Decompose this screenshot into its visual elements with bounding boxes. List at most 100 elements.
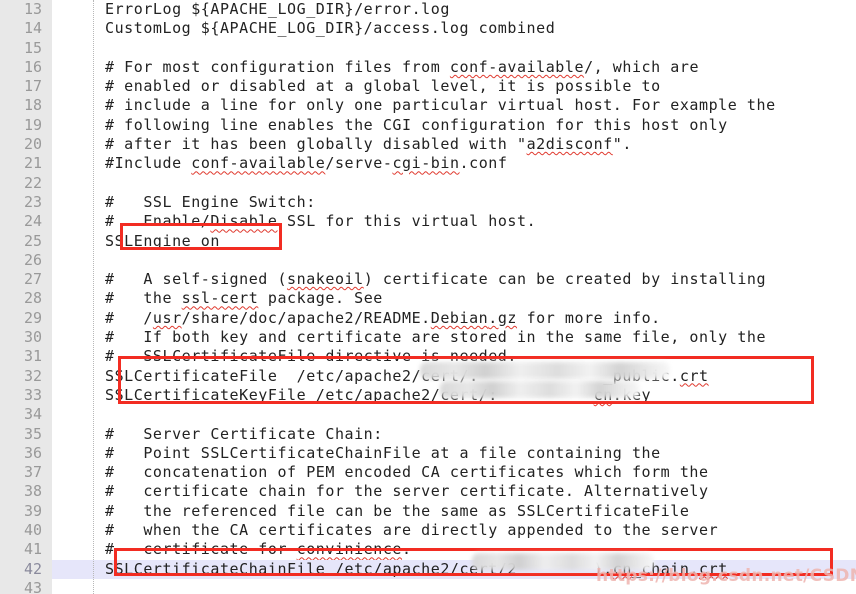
code-line-row[interactable]: 36 # Point SSLCertificateChainFile at a f… — [0, 444, 856, 463]
code-line-row[interactable]: 33 SSLCertificateKeyFile /etc/apache2/cer… — [0, 386, 856, 405]
line-number: 43 — [23, 578, 42, 594]
code-line-text[interactable]: # /usr/share/doc/apache2/README.Debian.g… — [105, 309, 661, 328]
spellcheck-underline: ssl-cert — [181, 289, 259, 308]
spellcheck-underline: a2disconf — [526, 135, 613, 154]
code-line-row[interactable]: 13 ErrorLog ${APACHE_LOG_DIR}/error.log — [0, 0, 856, 19]
spellcheck-underline: crt — [679, 366, 709, 385]
spellcheck-underline: conf-available — [449, 57, 585, 76]
code-line-row[interactable]: 42 SSLCertificateChainFile /etc/apache2/c… — [0, 559, 856, 579]
code-line-row[interactable]: 18 # include a line for only one particul… — [0, 96, 856, 115]
line-number: 33 — [23, 385, 42, 404]
code-line-row[interactable]: 41 # certificate for convinience. — [0, 540, 856, 559]
code-line-text[interactable]: ErrorLog ${APACHE_LOG_DIR}/error.log — [105, 0, 450, 19]
line-number: 35 — [23, 424, 42, 443]
line-number: 41 — [23, 540, 42, 559]
code-line-row[interactable]: 23 # SSL Engine Switch: — [0, 193, 856, 212]
line-number: 13 — [23, 0, 42, 18]
line-number: 32 — [23, 366, 42, 385]
line-number: 40 — [23, 521, 42, 540]
code-line-row[interactable]: 17 # enabled or disabled at a global leve… — [0, 77, 856, 96]
code-line-row[interactable]: 16 # For most configuration files from co… — [0, 58, 856, 77]
code-line-text[interactable]: # the ssl-cert package. See — [105, 289, 383, 308]
code-line-text[interactable]: SSLEngine on — [105, 232, 220, 251]
code-line-row[interactable]: 43 — [0, 579, 856, 594]
spellcheck-underline: cgi-bin — [392, 154, 460, 173]
redaction-certificate-chain-file — [472, 553, 654, 570]
code-line-text[interactable]: # For most configuration files from conf… — [105, 58, 699, 77]
line-number: 22 — [23, 173, 42, 192]
code-editor[interactable]: 13 ErrorLog ${APACHE_LOG_DIR}/error.log 14… — [0, 0, 856, 594]
code-line-text[interactable]: # the referenced file can be the same as… — [105, 502, 689, 521]
line-number: 28 — [23, 289, 42, 308]
code-line-text[interactable]: # enabled or disabled at a global level,… — [105, 77, 661, 96]
code-line-row[interactable]: 28 # the ssl-cert package. See — [0, 289, 856, 308]
line-number: 24 — [23, 212, 42, 231]
line-number: 30 — [23, 328, 42, 347]
line-number: 23 — [23, 192, 42, 211]
code-line-text[interactable]: CustomLog ${APACHE_LOG_DIR}/access.log c… — [105, 19, 555, 38]
line-number: 31 — [23, 347, 42, 366]
code-line-row[interactable]: 20 # after it has been globally disabled … — [0, 135, 856, 154]
code-line-text[interactable]: # Enable/Disable SSL for this virtual ho… — [105, 212, 536, 231]
code-line-row[interactable]: 27 # A self-signed (snakeoil) certificate… — [0, 270, 856, 289]
code-line-text[interactable]: # concatenation of PEM encoded CA certif… — [105, 463, 709, 482]
spellcheck-underline: snakeoil — [287, 270, 364, 289]
spellcheck-underline: Debian — [430, 308, 489, 327]
code-line-row[interactable]: 15 — [0, 39, 856, 58]
code-line-text[interactable]: # Point SSLCertificateChainFile at a fil… — [105, 444, 661, 463]
line-number: 25 — [23, 231, 42, 250]
line-number: 27 — [23, 270, 42, 289]
code-line-text[interactable]: # following line enables the CGI configu… — [105, 116, 728, 135]
line-number: 17 — [23, 77, 42, 96]
line-number: 21 — [23, 154, 42, 173]
line-number: 14 — [23, 19, 42, 38]
code-line-text[interactable]: # If both key and certificate are stored… — [105, 328, 766, 347]
code-line-text[interactable]: # when the CA certificates are directly … — [105, 521, 718, 540]
code-line-row[interactable]: 29 # /usr/share/doc/apache2/README.Debian… — [0, 309, 856, 328]
line-number: 39 — [23, 501, 42, 520]
code-line-row[interactable]: 22 — [0, 174, 856, 193]
spellcheck-underline: Disable — [210, 212, 278, 231]
spellcheck-underline: crt — [699, 559, 728, 578]
spellcheck-underline: conf-available — [191, 154, 326, 173]
line-number: 42 — [23, 559, 42, 578]
line-number: 38 — [23, 482, 42, 501]
line-number: 15 — [23, 38, 42, 57]
code-line-row[interactable]: 19 # following line enables the CGI confi… — [0, 116, 856, 135]
code-line-text[interactable]: # after it has been globally disabled wi… — [105, 135, 632, 154]
line-number: 36 — [23, 443, 42, 462]
indent-guide-line — [93, 0, 94, 594]
code-line-text[interactable]: # include a line for only one particular… — [105, 96, 776, 115]
code-line-row[interactable]: 38 # certificate chain for the server cer… — [0, 482, 856, 501]
line-number: 18 — [23, 96, 42, 115]
code-line-text[interactable]: # SSL Engine Switch: — [105, 193, 316, 212]
code-line-row[interactable]: 30 # If both key and certificate are stor… — [0, 328, 856, 347]
code-line-row[interactable]: 26 — [0, 251, 856, 270]
line-number: 20 — [23, 135, 42, 154]
redaction-certificate-key-file — [440, 381, 640, 398]
line-number: 37 — [23, 463, 42, 482]
line-number: 34 — [23, 405, 42, 424]
code-line-text[interactable]: # Server Certificate Chain: — [105, 425, 383, 444]
code-line-text[interactable]: # certificate chain for the server certi… — [105, 482, 709, 501]
spellcheck-underline: usr — [152, 308, 182, 327]
code-line-row[interactable]: 34 — [0, 405, 856, 424]
code-line-text[interactable]: # A self-signed (snakeoil) certificate c… — [105, 270, 766, 289]
code-line-row[interactable]: 24 # Enable/Disable SSL for this virtual … — [0, 212, 856, 231]
code-line-text[interactable]: # certificate for convinience. — [105, 540, 412, 559]
code-line-text[interactable]: #Include conf-available/serve-cgi-bin.co… — [105, 154, 507, 173]
code-line-row[interactable]: 39 # the referenced file can be the same … — [0, 502, 856, 521]
code-line-row[interactable]: 25 SSLEngine on — [0, 232, 856, 251]
line-number: 16 — [23, 57, 42, 76]
spellcheck-underline: convinience — [296, 540, 403, 559]
code-line-row[interactable]: 37 # concatenation of PEM encoded CA cert… — [0, 463, 856, 482]
line-number: 19 — [23, 115, 42, 134]
line-number: 29 — [23, 308, 42, 327]
code-line-row[interactable]: 21 #Include conf-available/serve-cgi-bin.… — [0, 154, 856, 173]
code-line-row[interactable]: 40 # when the CA certificates are directl… — [0, 521, 856, 540]
code-line-row[interactable]: 14 CustomLog ${APACHE_LOG_DIR}/access.log… — [0, 19, 856, 38]
code-line-row[interactable]: 35 # Server Certificate Chain: — [0, 425, 856, 444]
spellcheck-underline: .gz — [488, 308, 518, 327]
code-lines-container[interactable]: 13 ErrorLog ${APACHE_LOG_DIR}/error.log 14… — [0, 0, 856, 594]
line-number: 26 — [23, 250, 42, 269]
